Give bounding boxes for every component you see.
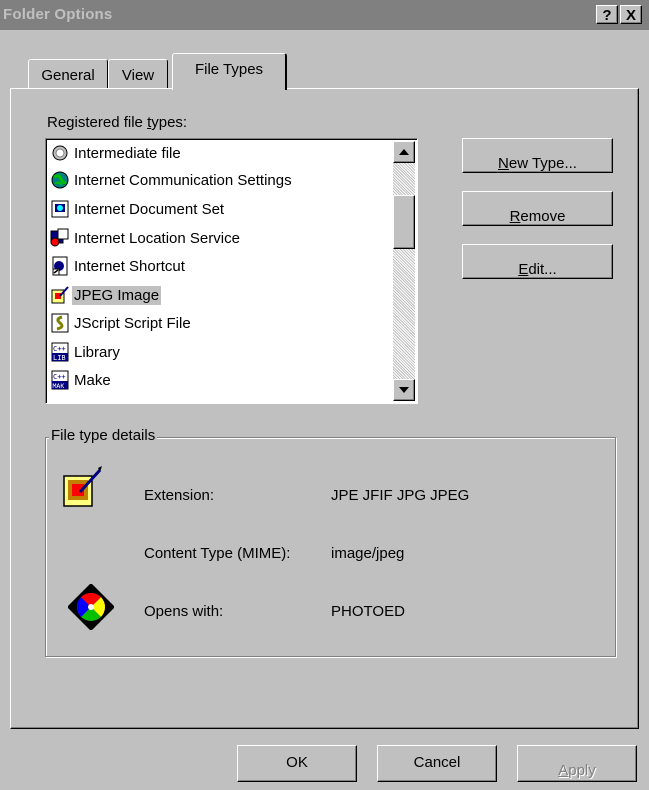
extension-value: JPE JFIF JPG JPEG [331, 487, 470, 504]
accel: E [518, 261, 529, 278]
scroll-down-button[interactable] [393, 379, 415, 401]
list-item-label: JPEG Image [72, 286, 162, 305]
edit-button[interactable]: Edit... [462, 244, 613, 279]
list-item-label: Intermediate file [74, 145, 181, 162]
btn-text: dit... [528, 261, 557, 278]
intermediate-file-icon [52, 145, 68, 161]
content-type-label: Content Type (MIME): [144, 545, 291, 562]
remove-button[interactable]: Remove [462, 191, 613, 226]
tab-view[interactable]: View [108, 59, 168, 89]
list-item[interactable]: C++ LIB Library [50, 339, 390, 365]
jpeg-image-icon [51, 286, 69, 304]
close-icon: X [625, 7, 636, 24]
folder-options-dialog: Folder Options ? X General View File Typ… [0, 0, 649, 790]
registered-file-types-label: Registered file types: [47, 114, 187, 131]
mak-badge: MAK [53, 382, 65, 390]
ok-button[interactable]: OK [237, 745, 357, 782]
scroll-thumb[interactable] [393, 195, 415, 249]
internet-shortcut-icon [52, 256, 68, 276]
btn-text: pply [568, 762, 596, 779]
file-type-details-label: File type details [49, 427, 158, 444]
help-icon: ? [602, 7, 612, 24]
scroll-up-button[interactable] [393, 141, 415, 163]
list-item[interactable]: Internet Communication Settings [50, 167, 390, 193]
list-item-label: Make [74, 372, 111, 389]
opens-with-value: PHOTOED [331, 603, 405, 620]
tab-general[interactable]: General [28, 59, 108, 89]
script-file-icon [51, 313, 69, 333]
up-arrow-icon [399, 149, 409, 155]
content-type-value: image/jpeg [331, 545, 405, 562]
new-type-button[interactable]: New Type... [462, 138, 613, 173]
location-service-icon [50, 228, 69, 247]
close-button[interactable]: X [620, 5, 642, 24]
lib-icon: C++ LIB [51, 342, 69, 362]
registered-file-types-list[interactable]: Intermediate file Internet Communication… [45, 138, 418, 404]
list-item-label: Internet Shortcut [74, 258, 185, 275]
lib-badge: LIB [53, 354, 66, 362]
list-item-label: Internet Document Set [74, 201, 225, 218]
list-scrollbar[interactable] [393, 141, 415, 401]
list-item[interactable]: Internet Shortcut [50, 253, 390, 279]
list-item[interactable]: Internet Location Service [50, 225, 390, 251]
svg-text:C++: C++ [53, 345, 66, 353]
svg-text:C++: C++ [53, 373, 66, 381]
tab-view-label: View [121, 67, 155, 84]
internet-globe-icon [51, 171, 69, 189]
tab-file-types[interactable]: File Types [172, 53, 287, 90]
list-item[interactable]: Intermediate file [50, 140, 390, 166]
btn-text: ew Type... [508, 155, 577, 172]
jpeg-image-large-icon [63, 466, 102, 507]
apply-button[interactable]: Apply [517, 745, 637, 782]
title-bar[interactable]: Folder Options ? X [0, 0, 649, 30]
accel: N [498, 155, 509, 172]
accel: R [509, 208, 521, 225]
label-part: ypes: [151, 114, 188, 131]
list-item-label: Library [74, 344, 120, 361]
list-item-label: Internet Location Service [74, 230, 240, 247]
list-item[interactable]: JScript Script File [50, 310, 390, 336]
list-item-label: Internet Communication Settings [74, 172, 292, 189]
help-button[interactable]: ? [596, 5, 618, 24]
label-part: Registered file [47, 114, 148, 131]
opens-with-label: Opens with: [144, 603, 224, 620]
btn-text: emove [520, 208, 566, 225]
list-item-label: JScript Script File [74, 315, 191, 332]
list-item[interactable]: Internet Document Set [50, 196, 390, 222]
mak-icon: C++ MAK [51, 370, 69, 390]
photoed-app-icon [68, 584, 114, 630]
accel: A [558, 762, 569, 779]
tab-file-types-label: File Types [194, 61, 264, 78]
list-item[interactable]: C++ MAK Make [50, 367, 390, 393]
window-title: Folder Options [3, 6, 113, 23]
ok-label: OK [286, 754, 308, 771]
down-arrow-icon [399, 387, 409, 393]
extension-label: Extension: [144, 487, 215, 504]
tab-general-label: General [41, 67, 95, 84]
cancel-button[interactable]: Cancel [377, 745, 497, 782]
list-item-selected[interactable]: JPEG Image [50, 282, 390, 308]
document-set-icon [51, 200, 69, 218]
cancel-label: Cancel [413, 754, 461, 771]
